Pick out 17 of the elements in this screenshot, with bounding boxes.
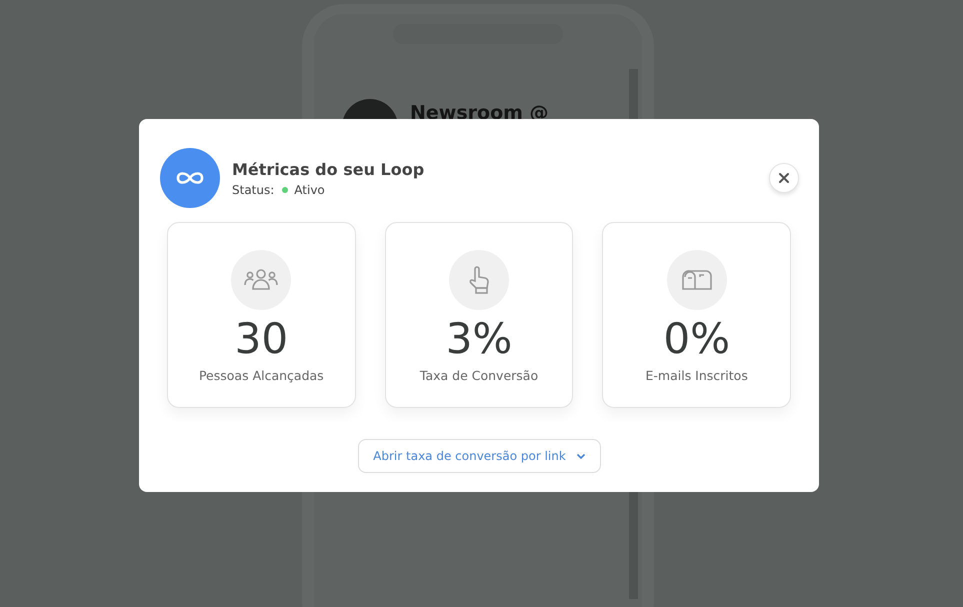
mailbox-icon (682, 269, 712, 291)
metric-value: 30 (234, 316, 288, 362)
close-button[interactable] (769, 163, 799, 193)
metric-label: Taxa de Conversão (420, 368, 538, 384)
dialog-title: Métricas do seu Loop (232, 160, 426, 178)
infinity-icon (160, 148, 220, 208)
expand-button[interactable]: Abrir taxa de conversão por link (358, 439, 601, 473)
people-icon (244, 267, 278, 293)
metric-label: E-mails Inscritos (646, 368, 748, 384)
status-label: Status: (232, 182, 274, 196)
chevron-down-icon (576, 452, 586, 460)
status-value: Ativo (294, 182, 325, 196)
metric-label: Pessoas Alcançadas (198, 368, 324, 384)
close-icon (778, 172, 790, 184)
pointing-hand-icon (467, 265, 491, 295)
metric-value: 3% (446, 316, 512, 362)
metric-value: 0% (663, 316, 730, 362)
